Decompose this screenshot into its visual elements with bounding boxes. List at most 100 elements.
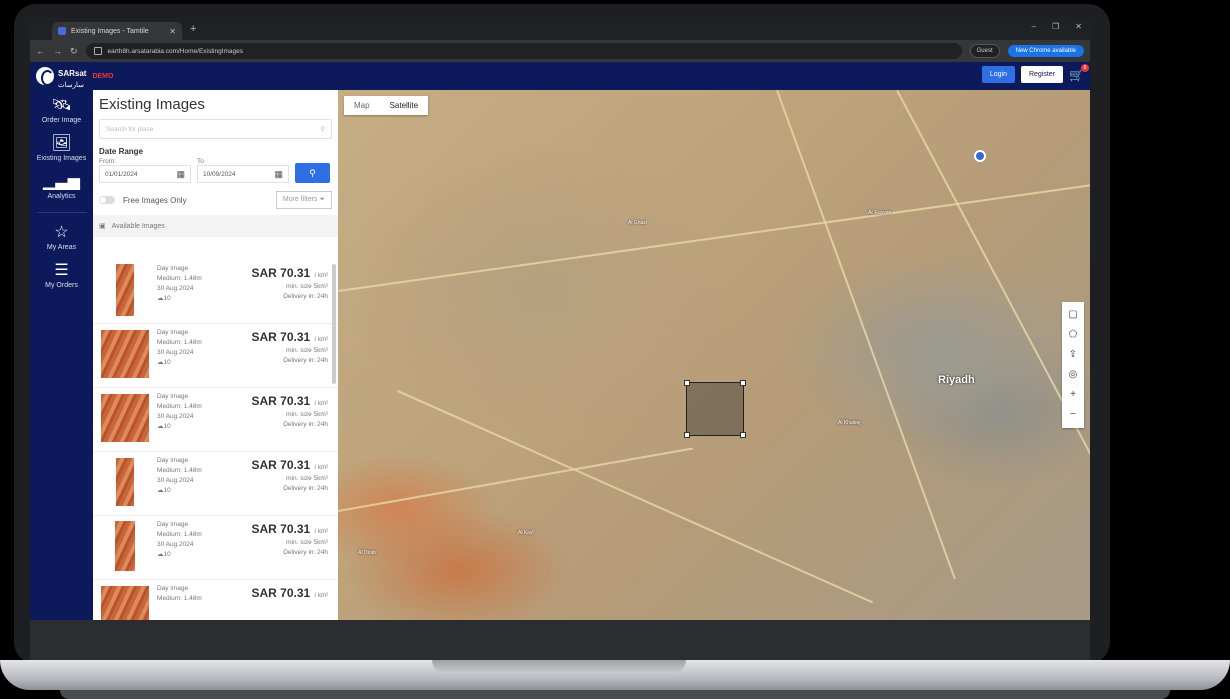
image-resolution: Medium: 1.48m <box>157 467 202 474</box>
image-thumbnail[interactable] <box>99 392 151 444</box>
nav-my-areas[interactable]: ☆ My Areas <box>46 224 77 252</box>
upload-icon[interactable]: ⇪ <box>1069 348 1077 362</box>
satellite-map[interactable]: Map Satellite Al Ghazi Al Dirab Al Kayl … <box>338 90 1090 620</box>
close-window-icon[interactable]: ✕ <box>1075 22 1082 31</box>
image-date: 30 Aug 2024 <box>157 413 194 420</box>
polygon-icon[interactable]: ⬠ <box>1069 328 1078 342</box>
map-road <box>338 447 693 512</box>
minimize-icon[interactable]: – <box>1032 22 1036 31</box>
image-icon: 🖼 <box>51 135 72 152</box>
delivery-time: Delivery in: 24h <box>283 549 328 556</box>
filter-icon: ⏷ <box>319 196 325 203</box>
cloud-cover: 10 <box>163 359 171 366</box>
nav-my-orders[interactable]: ☰ My Orders <box>45 263 78 290</box>
zoom-out-icon[interactable]: − <box>1070 408 1076 422</box>
calendar-icon[interactable]: ▦ <box>274 169 283 180</box>
resize-handle[interactable] <box>684 380 690 386</box>
price-unit: / km² <box>314 529 328 535</box>
login-button[interactable]: Login <box>981 66 1015 83</box>
nav-analytics[interactable]: ▁▃▅ Analytics <box>43 174 80 201</box>
forward-icon[interactable]: → <box>53 46 62 56</box>
register-button[interactable]: Register <box>1020 66 1064 83</box>
existing-images-panel: Existing Images Search for place ⚲ Date … <box>93 90 339 620</box>
place-search-input[interactable]: Search for place ⚲ <box>99 119 332 139</box>
screen: Existing Images - Tamtile ✕ + – ❐ ✕ ← → … <box>30 18 1090 620</box>
min-size: min. size 5km² <box>286 347 328 354</box>
close-tab-icon[interactable]: ✕ <box>169 27 176 36</box>
locate-icon[interactable]: ◎ <box>1069 368 1078 382</box>
resize-handle[interactable] <box>740 380 746 386</box>
resize-handle[interactable] <box>740 432 746 438</box>
list-item[interactable]: Day image Medium: 1.48m 30 Aug 2024 ☁10 … <box>93 516 338 580</box>
rectangle-icon[interactable]: ▢ <box>1068 308 1077 322</box>
delivery-time: Delivery in: 24h <box>283 421 328 428</box>
site-info-icon[interactable] <box>93 47 102 55</box>
list-item[interactable]: Day image Medium: 1.48m 30 Aug 2024 ☁10 … <box>93 260 338 324</box>
app-header: SARsat سارسات DEMO Login Register 🛒 0 <box>30 62 1090 90</box>
more-filters-button[interactable]: More filters ⏷ <box>275 191 332 209</box>
available-images-label: Available Images <box>111 222 165 230</box>
nav-existing-images[interactable]: 🖼 Existing Images <box>37 135 86 163</box>
tab-map[interactable]: Map <box>344 96 380 115</box>
to-date-field[interactable]: 10/09/2024 ▦ <box>197 165 289 183</box>
place-label: Al Kayl <box>518 530 534 536</box>
image-type: Day image <box>157 457 189 464</box>
logo[interactable]: SARsat سارسات DEMO <box>36 63 113 89</box>
cart-icon[interactable]: 🛒 0 <box>1069 63 1089 82</box>
image-resolution: Medium: 1.48m <box>157 275 202 282</box>
from-label: From: <box>99 158 116 165</box>
nav-order-image[interactable]: 🛰 Order Image <box>42 97 81 125</box>
list-item[interactable]: Day image Medium: 1.48m 30 Aug 2024 ☁10 … <box>93 324 338 388</box>
reload-icon[interactable]: ↻ <box>70 46 78 57</box>
map-road <box>397 390 874 604</box>
price-unit: / km² <box>314 337 328 343</box>
list-item[interactable]: Day image Medium: 1.48m 30 Aug 2024 ☁10 … <box>93 452 338 516</box>
image-thumbnail[interactable] <box>99 264 151 316</box>
min-size: min. size 5km² <box>286 475 328 482</box>
tab-satellite[interactable]: Satellite <box>380 96 428 115</box>
date-range-label: Date Range <box>99 147 144 156</box>
available-images-header: ▣ Available Images <box>93 215 338 237</box>
star-icon: ☆ <box>54 224 69 241</box>
free-images-toggle[interactable] <box>99 196 115 204</box>
url-field[interactable]: earth8h.arsatarabia.com/Home/ExistingIma… <box>85 43 962 59</box>
price-unit: / km² <box>314 273 328 279</box>
nav-divider <box>36 212 87 213</box>
date-search-button[interactable]: ⚲ <box>295 163 330 183</box>
resize-handle[interactable] <box>684 432 690 438</box>
more-filters-label: More filters <box>282 196 318 203</box>
laptop-foot <box>60 690 1170 699</box>
guest-profile-button[interactable]: Guest <box>969 44 1000 58</box>
image-thumbnail[interactable] <box>99 456 151 508</box>
price: SAR 70.31 <box>251 266 311 280</box>
new-chrome-button[interactable]: New Chrome available <box>1007 45 1084 57</box>
cloud-cover: 10 <box>163 295 171 302</box>
from-date-field[interactable]: 01/01/2024 ▦ <box>99 165 191 183</box>
location-pin-icon[interactable] <box>974 150 986 162</box>
image-thumbnail[interactable] <box>99 328 151 380</box>
image-thumbnail[interactable] <box>99 584 151 620</box>
list-scrollbar[interactable] <box>332 264 336 384</box>
browser-tab[interactable]: Existing Images - Tamtile ✕ <box>52 22 182 40</box>
map-type-toggle: Map Satellite <box>344 96 429 115</box>
nav-label: My Areas <box>46 244 77 251</box>
zoom-in-icon[interactable]: + <box>1070 388 1076 402</box>
image-thumbnail[interactable] <box>99 520 151 572</box>
image-resolution: Medium: 1.48m <box>157 531 202 538</box>
side-navigation: 🛰 Order Image 🖼 Existing Images ▁▃▅ Anal… <box>30 90 93 620</box>
image-type: Day image <box>157 521 189 528</box>
cloud-cover: 10 <box>163 551 171 558</box>
list-item[interactable]: Day image Medium: 1.48m 30 Aug 2024 ☁10 … <box>93 388 338 452</box>
calendar-icon[interactable]: ▦ <box>176 169 185 180</box>
price: SAR 70.31 <box>251 394 311 408</box>
nav-label: My Orders <box>45 282 78 289</box>
image-type: Day image <box>157 393 189 400</box>
selected-area-rectangle[interactable] <box>684 380 746 438</box>
list-item[interactable]: Day image Medium: 1.48m SAR 70.31 / km² <box>93 580 338 620</box>
satellite-icon: 🛰 <box>51 97 72 114</box>
back-icon[interactable]: ← <box>36 46 45 56</box>
restore-icon[interactable]: ❐ <box>1052 22 1059 31</box>
new-tab-icon[interactable]: + <box>190 23 196 35</box>
logo-mark-icon <box>36 67 54 86</box>
image-date: 30 Aug 2024 <box>157 285 194 292</box>
